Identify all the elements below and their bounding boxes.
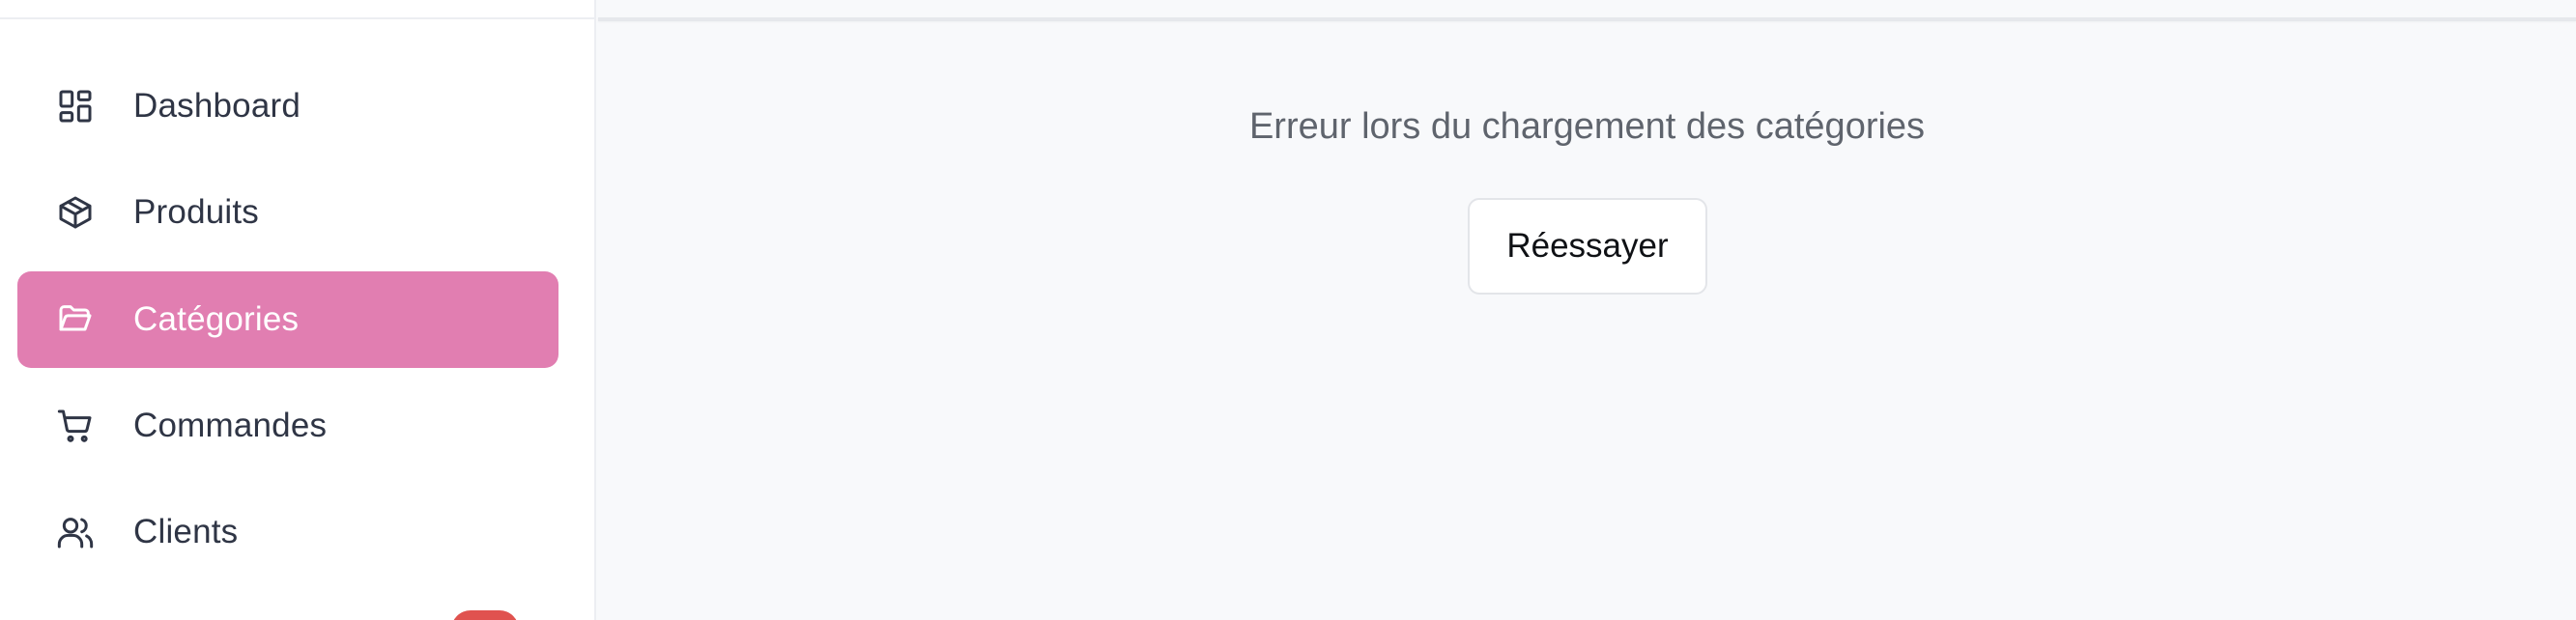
shopping-cart-icon xyxy=(17,378,133,474)
sidebar-item-clients[interactable]: Clients xyxy=(17,484,558,580)
sidebar-item-label: Commandes xyxy=(133,407,328,444)
sidebar-item-commandes[interactable]: Commandes xyxy=(17,378,558,474)
error-message: Erreur lors du chargement des catégories xyxy=(1248,106,1926,147)
notification-badge xyxy=(451,610,519,620)
sidebar-item-label: Catégories xyxy=(133,300,300,338)
sidebar-item-produits[interactable]: Produits xyxy=(17,164,558,261)
sidebar-divider xyxy=(0,17,596,19)
sidebar-item-dashboard[interactable]: Dashboard xyxy=(17,58,558,155)
main-content: Erreur lors du chargement des catégories… xyxy=(598,21,2576,620)
sidebar: Dashboard Produits Catégories Commandes … xyxy=(0,0,596,620)
users-icon xyxy=(17,484,133,580)
sidebar-item-label: Clients xyxy=(133,513,239,550)
package-box-icon xyxy=(17,164,133,261)
sidebar-item-categories[interactable]: Catégories xyxy=(17,271,558,368)
sidebar-item-label: Produits xyxy=(133,193,259,231)
dashboard-grid-icon xyxy=(17,58,133,155)
retry-button[interactable]: Réessayer xyxy=(1468,198,1707,295)
folder-open-icon xyxy=(17,271,133,368)
sidebar-item-label: Dashboard xyxy=(133,87,301,125)
